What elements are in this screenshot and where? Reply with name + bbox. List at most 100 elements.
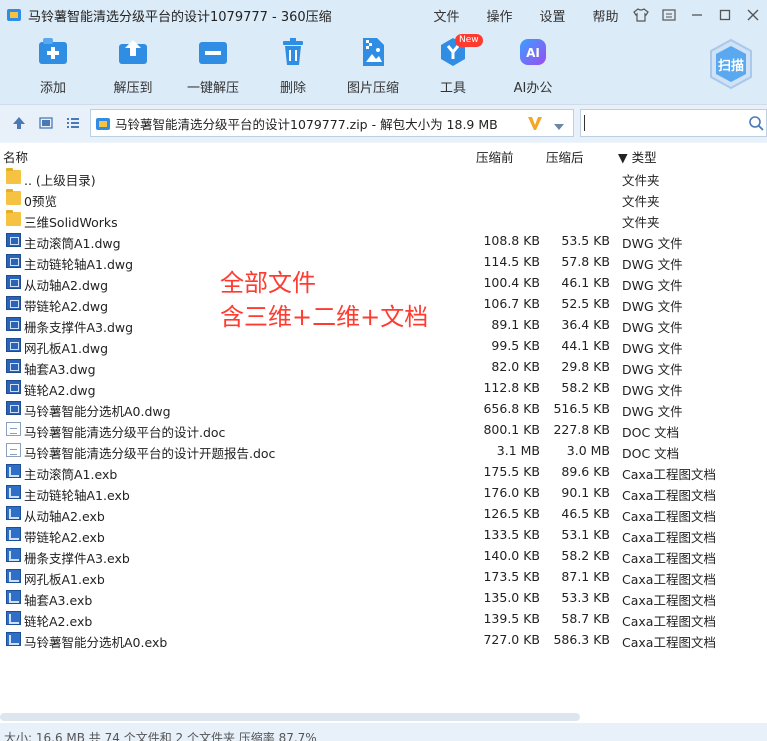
exb-file-icon xyxy=(6,611,21,625)
doc-file-icon xyxy=(6,443,21,457)
skin-icon[interactable] xyxy=(627,0,655,30)
status-bar: 大小: 16.6 MB 共 74 个文件和 2 个文件夹 压缩率 87.7% xyxy=(0,723,767,741)
file-row[interactable]: 从动轴A2.exb 126.5 KB 46.5 KB Caxa工程图文档 xyxy=(0,503,767,524)
file-packed-size: 52.5 KB xyxy=(561,296,610,311)
file-type: DWG 文件 xyxy=(622,299,683,314)
menu-help[interactable]: 帮助 xyxy=(579,6,632,25)
view-list-icon[interactable] xyxy=(64,114,82,132)
file-row[interactable]: 0预览 文件夹 xyxy=(0,188,767,209)
file-name: 轴套A3.exb xyxy=(24,593,93,608)
menu-bar: 文件 操作 设置 帮助 xyxy=(420,0,632,30)
file-row[interactable]: 轴套A3.exb 135.0 KB 53.3 KB Caxa工程图文档 xyxy=(0,587,767,608)
file-packed-size: 3.0 MB xyxy=(566,443,610,458)
feedback-icon[interactable] xyxy=(655,0,683,30)
file-packed-size: 89.6 KB xyxy=(561,464,610,479)
trash-icon xyxy=(277,36,309,68)
column-type[interactable]: ▼ 类型 xyxy=(618,147,657,166)
column-name[interactable]: 名称 xyxy=(3,147,28,166)
tools-button[interactable]: New 工具 xyxy=(413,34,493,96)
file-size: 3.1 MB xyxy=(496,443,540,458)
file-size: 99.5 KB xyxy=(491,338,540,353)
file-type: Caxa工程图文档 xyxy=(622,614,716,629)
file-row[interactable]: 马铃薯智能清选分级平台的设计开题报告.doc 3.1 MB 3.0 MB DOC 文档 xyxy=(0,440,767,461)
folder-icon xyxy=(6,189,21,205)
file-row[interactable]: .. (上级目录) 文件夹 xyxy=(0,167,767,188)
title-bar: 马铃薯智能清选分级平台的设计1079777 - 360压缩 文件 操作 设置 帮… xyxy=(0,0,767,30)
menu-settings[interactable]: 设置 xyxy=(526,6,579,25)
exb-file-icon xyxy=(6,464,21,478)
dwg-file-icon xyxy=(6,296,21,310)
file-row[interactable]: 马铃薯智能清选分级平台的设计.doc 800.1 KB 227.8 KB DOC 文档 xyxy=(0,419,767,440)
file-type: 文件夹 xyxy=(622,194,660,209)
menu-file[interactable]: 文件 xyxy=(420,6,473,25)
file-size: 100.4 KB xyxy=(483,275,540,290)
file-size: 139.5 KB xyxy=(483,611,540,626)
file-type: DWG 文件 xyxy=(622,383,683,398)
v-brand-icon[interactable] xyxy=(527,115,543,134)
file-type: DOC 文档 xyxy=(622,446,680,461)
file-row[interactable]: 轴套A3.dwg 82.0 KB 29.8 KB DWG 文件 xyxy=(0,356,767,377)
file-row[interactable]: 网孔板A1.exb 173.5 KB 87.1 KB Caxa工程图文档 xyxy=(0,566,767,587)
column-size[interactable]: 压缩前 xyxy=(476,147,514,166)
file-row[interactable]: 三维SolidWorks 文件夹 xyxy=(0,209,767,230)
minimize-icon[interactable] xyxy=(683,0,711,30)
file-size: 126.5 KB xyxy=(483,506,540,521)
file-row[interactable]: 栅条支撑件A3.exb 140.0 KB 58.2 KB Caxa工程图文档 xyxy=(0,545,767,566)
extract-to-button[interactable]: 解压到 xyxy=(93,36,173,96)
horizontal-scrollbar[interactable] xyxy=(0,713,580,721)
file-name: 0预览 xyxy=(24,194,57,209)
file-size: 175.5 KB xyxy=(483,464,540,479)
file-row[interactable]: 网孔板A1.dwg 99.5 KB 44.1 KB DWG 文件 xyxy=(0,335,767,356)
up-arrow-icon[interactable] xyxy=(10,114,28,132)
new-badge: New xyxy=(455,34,483,47)
image-compress-button[interactable]: 图片压缩 xyxy=(333,36,413,96)
one-click-extract-button[interactable]: 一键解压 xyxy=(173,36,253,96)
file-row[interactable]: 主动链轮轴A1.dwg 114.5 KB 57.8 KB DWG 文件 xyxy=(0,251,767,272)
view-thumbnail-icon[interactable] xyxy=(37,114,55,132)
dwg-file-icon xyxy=(6,317,21,331)
window-title: 马铃薯智能清选分级平台的设计1079777 - 360压缩 xyxy=(28,9,332,25)
file-row[interactable]: 主动链轮轴A1.exb 176.0 KB 90.1 KB Caxa工程图文档 xyxy=(0,482,767,503)
file-row[interactable]: 链轮A2.exb 139.5 KB 58.7 KB Caxa工程图文档 xyxy=(0,608,767,629)
file-row[interactable]: 主动滚筒A1.dwg 108.8 KB 53.5 KB DWG 文件 xyxy=(0,230,767,251)
exb-file-icon xyxy=(6,548,21,562)
file-name: 马铃薯智能分选机A0.dwg xyxy=(24,404,171,419)
file-row[interactable]: 带链轮A2.exb 133.5 KB 53.1 KB Caxa工程图文档 xyxy=(0,524,767,545)
file-type: Caxa工程图文档 xyxy=(622,530,716,545)
scan-button[interactable]: 扫描 xyxy=(707,38,755,90)
file-name: 马铃薯智能分选机A0.exb xyxy=(24,635,168,650)
path-field[interactable]: 马铃薯智能清选分级平台的设计1079777.zip - 解包大小为 18.9 M… xyxy=(90,109,574,137)
file-row[interactable]: 马铃薯智能分选机A0.exb 727.0 KB 586.3 KB Caxa工程图文档 xyxy=(0,629,767,650)
file-row[interactable]: 主动滚筒A1.exb 175.5 KB 89.6 KB Caxa工程图文档 xyxy=(0,461,767,482)
file-row[interactable]: 马铃薯智能分选机A0.dwg 656.8 KB 516.5 KB DWG 文件 xyxy=(0,398,767,419)
search-icon[interactable] xyxy=(748,115,764,134)
dropdown-arrow-icon[interactable] xyxy=(553,120,565,134)
file-name: 带链轮A2.exb xyxy=(24,530,105,545)
file-list[interactable]: 名称 压缩前 压缩后 ▼ 类型 .. (上级目录) 文件夹 0预览 文件夹 三维Soli… xyxy=(0,143,767,723)
file-type: Caxa工程图文档 xyxy=(622,509,716,524)
search-input[interactable] xyxy=(580,109,767,137)
exb-file-icon xyxy=(6,485,21,499)
file-packed-size: 53.5 KB xyxy=(561,233,610,248)
file-name: 主动滚筒A1.dwg xyxy=(24,236,121,251)
menu-action[interactable]: 操作 xyxy=(473,6,526,25)
file-type: DWG 文件 xyxy=(622,362,683,377)
file-row[interactable]: 链轮A2.dwg 112.8 KB 58.2 KB DWG 文件 xyxy=(0,377,767,398)
file-packed-size: 58.7 KB xyxy=(561,611,610,626)
svg-text:AI: AI xyxy=(526,46,540,60)
close-icon[interactable] xyxy=(739,0,767,30)
exb-file-icon xyxy=(6,527,21,541)
add-icon xyxy=(37,36,69,68)
ai-office-button[interactable]: AI AI办公 xyxy=(493,36,573,96)
dwg-file-icon xyxy=(6,254,21,268)
file-size: 82.0 KB xyxy=(491,359,540,374)
column-packed[interactable]: 压缩后 xyxy=(546,147,584,166)
add-button[interactable]: 添加 xyxy=(13,36,93,96)
delete-button[interactable]: 删除 xyxy=(253,36,333,96)
maximize-icon[interactable] xyxy=(711,0,739,30)
dwg-file-icon xyxy=(6,275,21,289)
file-name: 主动滚筒A1.exb xyxy=(24,467,118,482)
exb-file-icon xyxy=(6,569,21,583)
file-packed-size: 586.3 KB xyxy=(553,632,610,647)
file-row[interactable]: 从动轴A2.dwg 100.4 KB 46.1 KB DWG 文件 xyxy=(0,272,767,293)
